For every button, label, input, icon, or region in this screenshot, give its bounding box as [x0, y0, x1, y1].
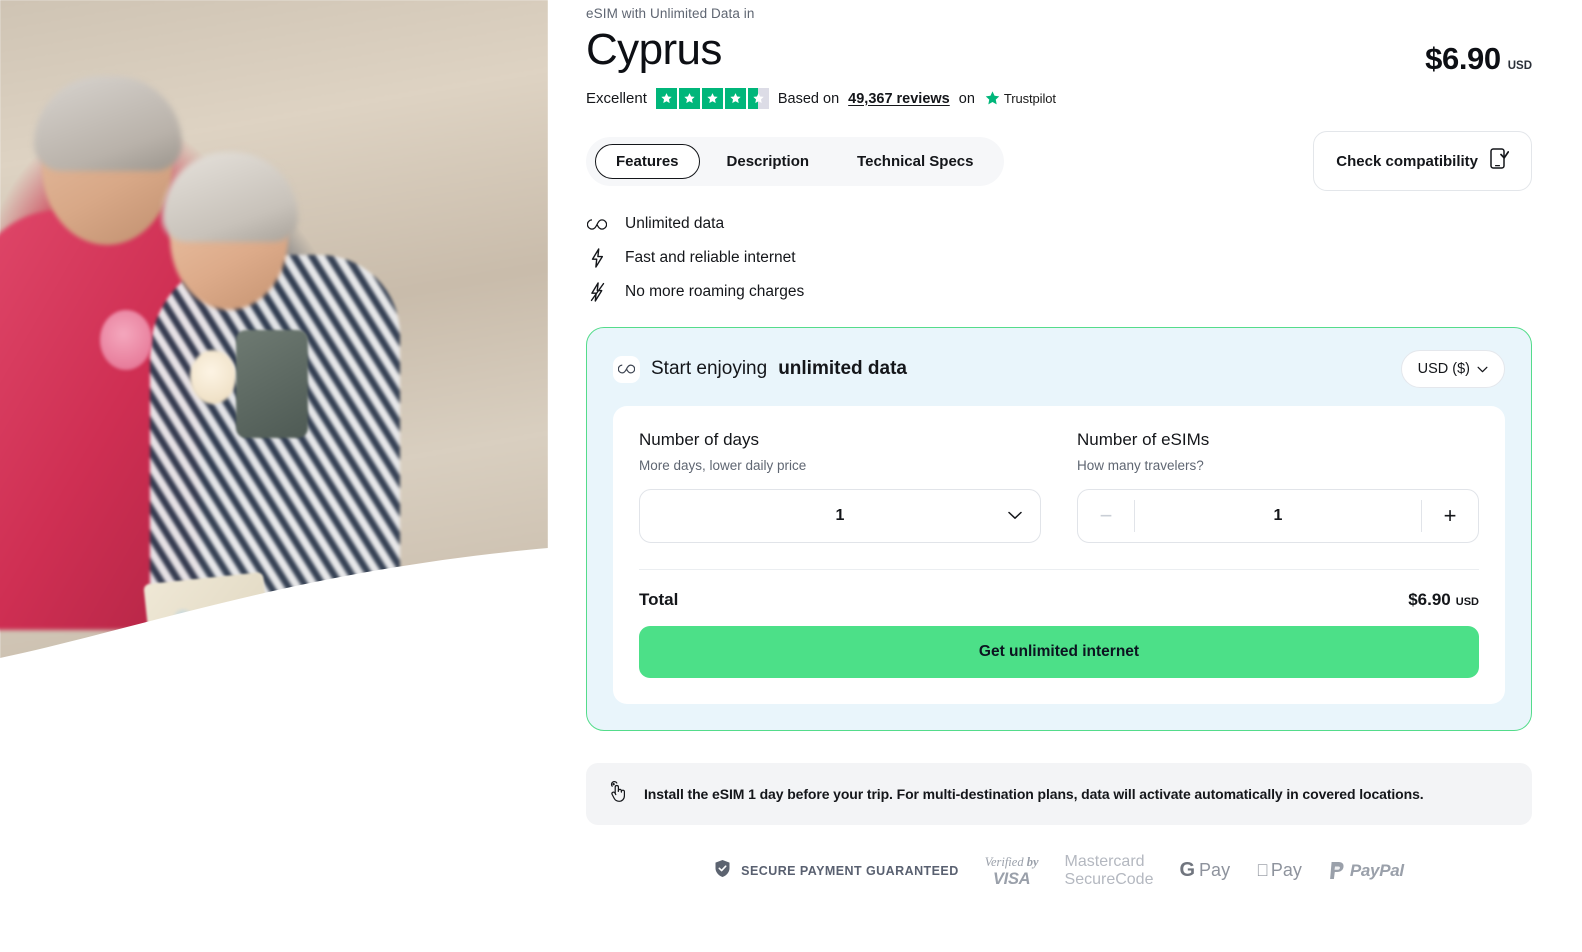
phone-check-icon [1490, 148, 1510, 174]
tabs-and-compatibility-row: Features Description Technical Specs Che… [586, 131, 1582, 191]
apay-pay-text: Pay [1264, 860, 1302, 881]
trustpilot-reviews-link[interactable]: 49,367 reviews [848, 91, 950, 107]
selectors-row: Number of days More days, lower daily pr… [639, 430, 1479, 543]
trustpilot-logo: Trustpilot [984, 90, 1056, 107]
header-price-amount: $6.90 [1425, 41, 1501, 76]
star-icon [724, 88, 746, 109]
check-compatibility-label: Check compatibility [1336, 152, 1478, 170]
star-icon [701, 88, 723, 109]
purchase-card: Start enjoying unlimited data USD ($) Nu… [586, 327, 1532, 731]
days-value: 1 [835, 507, 845, 524]
currency-selector[interactable]: USD ($) [1400, 350, 1505, 388]
title-price-row: Cyprus $6.90 USD [586, 25, 1582, 77]
total-price: $6.90 USD [1408, 590, 1479, 610]
visa-by-text: by [1026, 855, 1039, 870]
bolt-slash-icon [586, 281, 608, 303]
chevron-down-icon [1477, 366, 1488, 372]
purchase-title-strong: unlimited data [778, 358, 907, 379]
feature-item: No more roaming charges [586, 281, 1582, 303]
trustpilot-stars [655, 88, 769, 109]
product-eyebrow: eSIM with Unlimited Data in [586, 6, 755, 21]
purchase-card-title: Start enjoying unlimited data [613, 355, 907, 383]
chevron-down-icon [1008, 507, 1022, 525]
hero-curve-mask [0, 548, 548, 660]
total-currency: USD [1455, 596, 1479, 608]
infinity-icon [613, 355, 640, 383]
apple-logo-icon:  [1256, 861, 1269, 881]
infinity-icon [586, 213, 608, 235]
page-title: Cyprus [586, 25, 722, 74]
trustpilot-based-on-label: Based on [777, 90, 840, 107]
check-compatibility-button[interactable]: Check compatibility [1313, 131, 1532, 191]
trustpilot-rating-word: Excellent [586, 90, 647, 107]
payment-badges: SECURE PAYMENT GUARANTEED Verified by VI… [586, 853, 1532, 889]
paypal-logo: PayPal [1328, 861, 1404, 881]
hero-ice-cream-vanilla [190, 350, 236, 404]
hero-ice-cream-pink [100, 310, 152, 370]
tap-hand-icon [608, 780, 629, 808]
install-notice-text: Install the eSIM 1 day before your trip.… [644, 786, 1424, 802]
trustpilot-star-icon [985, 91, 1000, 105]
header-price: $6.90 USD [1425, 41, 1532, 77]
purchase-options-panel: Number of days More days, lower daily pr… [613, 406, 1505, 704]
visa-verified-text: Verified [984, 855, 1027, 870]
secure-payment-badge: SECURE PAYMENT GUARANTEED [714, 859, 959, 883]
total-amount: $6.90 [1408, 590, 1451, 609]
tabs: Features Description Technical Specs [586, 136, 1004, 186]
esims-subtitle: How many travelers? [1077, 458, 1204, 473]
days-title: Number of days [639, 430, 759, 449]
product-details: eSIM with Unlimited Data in Cyprus $6.90… [586, 0, 1582, 952]
header-price-currency: USD [1507, 60, 1532, 72]
hero-smartphone [236, 330, 308, 438]
trustpilot-brand-name: Trustpilot [1003, 91, 1056, 106]
star-half-icon [747, 88, 769, 109]
esims-quantity-stepper: − 1 + [1077, 489, 1479, 543]
visa-wordmark: VISA [992, 870, 1031, 889]
bolt-icon [586, 247, 608, 269]
total-label: Total [639, 590, 679, 609]
paypal-p-icon [1329, 862, 1344, 880]
features-list: Unlimited data Fast and reliable interne… [586, 213, 1582, 303]
trustpilot-rating: Excellent Based on 49,367 reviews on Tru… [586, 88, 1582, 109]
feature-label: Unlimited data [625, 215, 725, 232]
gpay-pay-text: Pay [1199, 860, 1231, 881]
tab-features[interactable]: Features [595, 143, 700, 179]
tab-technical-specs[interactable]: Technical Specs [836, 144, 994, 179]
esims-value: 1 [1273, 507, 1283, 524]
securecode-text: SecureCode [1064, 870, 1154, 888]
mastercard-securecode-logo: Mastercard SecureCode [1065, 853, 1154, 889]
secure-payment-label: SECURE PAYMENT GUARANTEED [741, 863, 959, 878]
days-selector-group: Number of days More days, lower daily pr… [639, 430, 1041, 543]
feature-label: No more roaming charges [625, 283, 805, 300]
esims-selector-group: Number of eSIMs How many travelers? − 1 … [1077, 430, 1479, 543]
apple-pay-logo:  Pay [1256, 860, 1302, 881]
paypal-wordmark: PayPal [1343, 860, 1404, 880]
feature-item: Unlimited data [586, 213, 1582, 235]
trustpilot-on-label: on [958, 90, 975, 107]
feature-label: Fast and reliable internet [625, 249, 796, 266]
purchase-card-header: Start enjoying unlimited data USD ($) [613, 350, 1505, 388]
total-divider [639, 569, 1479, 570]
esims-decrement-button[interactable]: − [1078, 490, 1134, 542]
google-pay-logo: G Pay [1179, 859, 1230, 882]
days-subtitle: More days, lower daily price [639, 458, 807, 473]
google-g-mark: G [1179, 859, 1196, 882]
shield-check-icon [714, 859, 731, 883]
purchase-title-prefix: Start enjoying [651, 358, 768, 379]
hero-image [0, 0, 548, 660]
esims-increment-button[interactable]: + [1422, 490, 1478, 542]
verified-by-visa-logo: Verified by VISA [985, 854, 1039, 888]
mastercard-text: Mastercard [1064, 853, 1145, 870]
esims-title: Number of eSIMs [1077, 430, 1210, 449]
days-select[interactable]: 1 [639, 489, 1041, 543]
install-notice: Install the eSIM 1 day before your trip.… [586, 763, 1532, 825]
star-icon [678, 88, 700, 109]
product-page: eSIM with Unlimited Data in Cyprus $6.90… [0, 0, 1582, 952]
tab-description[interactable]: Description [706, 144, 831, 179]
feature-item: Fast and reliable internet [586, 247, 1582, 269]
currency-selector-value: USD ($) [1417, 361, 1470, 377]
total-row: Total $6.90 USD [639, 590, 1479, 610]
star-icon [655, 88, 677, 109]
get-unlimited-internet-button[interactable]: Get unlimited internet [639, 626, 1479, 678]
